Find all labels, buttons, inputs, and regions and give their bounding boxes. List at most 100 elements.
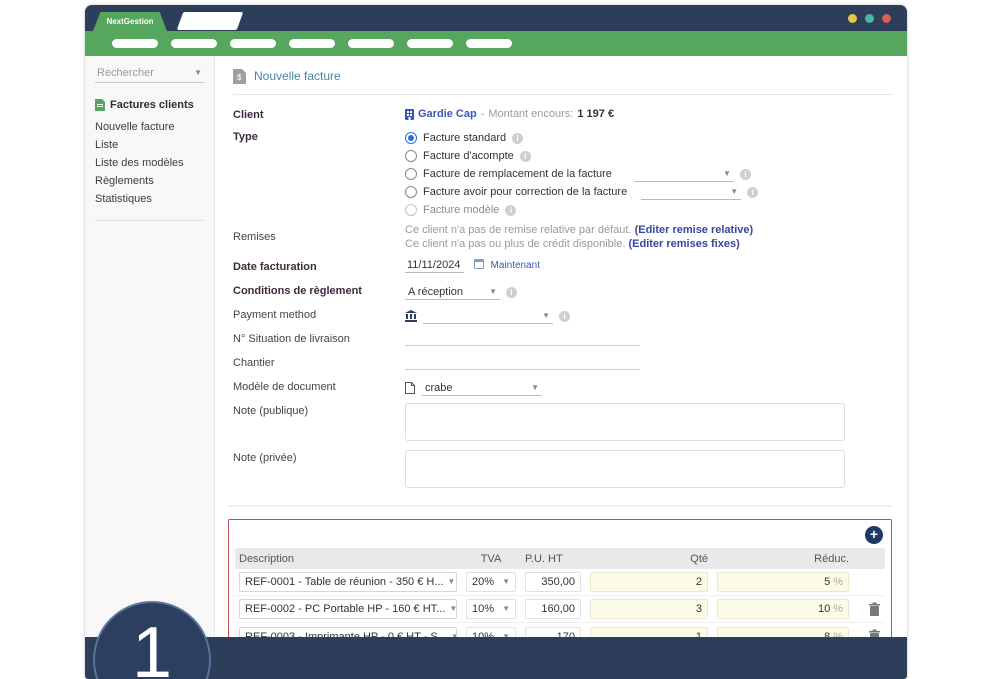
tab-nextgestion[interactable]: NextGestion (93, 12, 167, 31)
col-description: Description (239, 553, 457, 565)
type-option-modele: Facture modèle i (405, 201, 893, 219)
line-qte-input[interactable]: 3 (590, 599, 708, 619)
radio-facture-remplacement[interactable] (405, 168, 417, 180)
note-publique-textarea[interactable] (405, 403, 845, 441)
radio-facture-avoir[interactable] (405, 186, 417, 198)
line-tva-value: 20% (472, 576, 494, 588)
nav-item-placeholder[interactable] (171, 39, 217, 48)
conditions-select[interactable]: A réception ▼ (405, 284, 500, 300)
line-tva-select[interactable]: 10% ▼ (466, 599, 516, 619)
header-divider (233, 94, 893, 95)
building-icon (405, 109, 414, 120)
radio-facture-acompte[interactable] (405, 150, 417, 162)
info-icon[interactable]: i (559, 311, 570, 322)
info-icon[interactable]: i (512, 133, 523, 144)
trash-icon[interactable] (868, 602, 881, 617)
info-icon[interactable]: i (747, 187, 758, 198)
info-icon[interactable]: i (520, 151, 531, 162)
line-pu-ht-input[interactable]: 170 (525, 627, 581, 638)
line-reduc-input[interactable]: 10 % (717, 599, 849, 619)
line-pu-ht-input[interactable]: 350,00 (525, 572, 581, 592)
radio-facture-modele[interactable] (405, 204, 417, 216)
chantier-input[interactable] (405, 355, 640, 370)
edit-remises-fixes-link[interactable]: (Editer remises fixes) (628, 238, 739, 250)
line-pu-ht-value: 350,00 (541, 576, 575, 588)
info-icon[interactable]: i (740, 169, 751, 180)
line-reduc-value: 10 (818, 603, 830, 615)
sidebar-divider (95, 220, 204, 221)
chevron-down-icon: ▼ (449, 605, 457, 613)
nav-item-placeholder[interactable] (112, 39, 158, 48)
avoir-invoice-select[interactable]: ▼ (641, 184, 741, 200)
situation-livraison-input[interactable] (405, 331, 640, 346)
window-dot-yellow[interactable] (848, 14, 857, 23)
line-description-select[interactable]: REF-0002 - PC Portable HP - 160 € HT... … (239, 599, 457, 619)
chevron-down-icon: ▼ (723, 170, 731, 178)
line-description-select[interactable]: REF-0003 - Imprimante HP - 0 € HT - S...… (239, 627, 457, 638)
info-icon[interactable]: i (506, 287, 517, 298)
edit-remise-relative-link[interactable]: (Editer remise relative) (635, 224, 754, 236)
client-label: Client (233, 107, 405, 121)
line-qte-input[interactable]: 2 (590, 572, 708, 592)
chevron-down-icon: ▼ (542, 312, 550, 320)
window-controls (848, 14, 891, 23)
search-placeholder: Rechercher (97, 67, 154, 79)
date-facturation-input[interactable]: 11/11/2024 (405, 259, 464, 273)
trash-icon[interactable] (868, 629, 881, 637)
conditions-label: Conditions de règlement (233, 283, 405, 301)
sidebar-search[interactable]: Rechercher ▼ (95, 64, 204, 83)
items-section-divider (228, 505, 892, 507)
type-label: Type (233, 129, 405, 219)
remise-fixe-text: Ce client n'a pas ou plus de crédit disp… (405, 238, 625, 250)
maintenant-link[interactable]: Maintenant (491, 260, 540, 271)
client-separator: - (481, 108, 485, 120)
payment-method-select[interactable]: ▼ (423, 308, 553, 324)
line-reduc-input[interactable]: 5 % (717, 572, 849, 592)
type-option-label: Facture standard (423, 132, 506, 144)
sidebar-item-reglements[interactable]: Règlements (95, 172, 204, 190)
tab-placeholder[interactable] (177, 12, 244, 30)
nav-item-placeholder[interactable] (289, 39, 335, 48)
document-icon (405, 382, 415, 394)
sidebar-item-statistiques[interactable]: Statistiques (95, 190, 204, 208)
sidebar-section-label: Factures clients (110, 99, 194, 111)
sidebar-item-liste[interactable]: Liste (95, 136, 204, 154)
sidebar-item-liste-des-modeles[interactable]: Liste des modèles (95, 154, 204, 172)
line-description-value: REF-0001 - Table de réunion - 350 € H... (245, 576, 444, 588)
radio-facture-standard[interactable] (405, 132, 417, 144)
chevron-down-icon: ▼ (502, 578, 510, 586)
conditions-value: A réception (408, 286, 463, 298)
chevron-down-icon: ▼ (531, 384, 539, 392)
bank-icon (405, 310, 417, 322)
date-facturation-label: Date facturation (233, 259, 405, 277)
client-name-link[interactable]: Gardie Cap (418, 108, 477, 120)
line-reduc-input[interactable]: 8 % (717, 627, 849, 638)
line-tva-select[interactable]: 20% ▼ (466, 572, 516, 592)
type-option-label: Facture d'acompte (423, 150, 514, 162)
line-tva-select[interactable]: 10% ▼ (466, 627, 516, 638)
situation-livraison-label: N° Situation de livraison (233, 331, 405, 349)
window-dot-green[interactable] (865, 14, 874, 23)
modele-document-select[interactable]: crabe ▼ (422, 380, 542, 396)
line-pu-ht-value: 160,00 (541, 603, 575, 615)
remises-label: Remises (233, 223, 405, 251)
line-description-select[interactable]: REF-0001 - Table de réunion - 350 € H...… (239, 572, 457, 592)
note-privee-textarea[interactable] (405, 450, 845, 488)
nav-item-placeholder[interactable] (466, 39, 512, 48)
nav-item-placeholder[interactable] (407, 39, 453, 48)
type-option-label: Facture de remplacement de la facture (423, 168, 612, 180)
window-dot-red[interactable] (882, 14, 891, 23)
sidebar-item-nouvelle-facture[interactable]: Nouvelle facture (95, 118, 204, 136)
nav-item-placeholder[interactable] (230, 39, 276, 48)
brand-label: NextGestion (106, 17, 153, 26)
info-icon[interactable]: i (505, 205, 516, 216)
page-header: $ Nouvelle facture (233, 66, 893, 86)
remplacement-invoice-select[interactable]: ▼ (634, 166, 734, 182)
nav-item-placeholder[interactable] (348, 39, 394, 48)
type-option-standard: Facture standard i (405, 129, 893, 147)
percent-suffix: % (833, 576, 843, 588)
add-line-button[interactable]: + (865, 526, 883, 544)
line-qte-input[interactable]: 1 (590, 627, 708, 638)
sidebar-section-factures-clients[interactable]: Factures clients (95, 99, 204, 111)
line-pu-ht-input[interactable]: 160,00 (525, 599, 581, 619)
